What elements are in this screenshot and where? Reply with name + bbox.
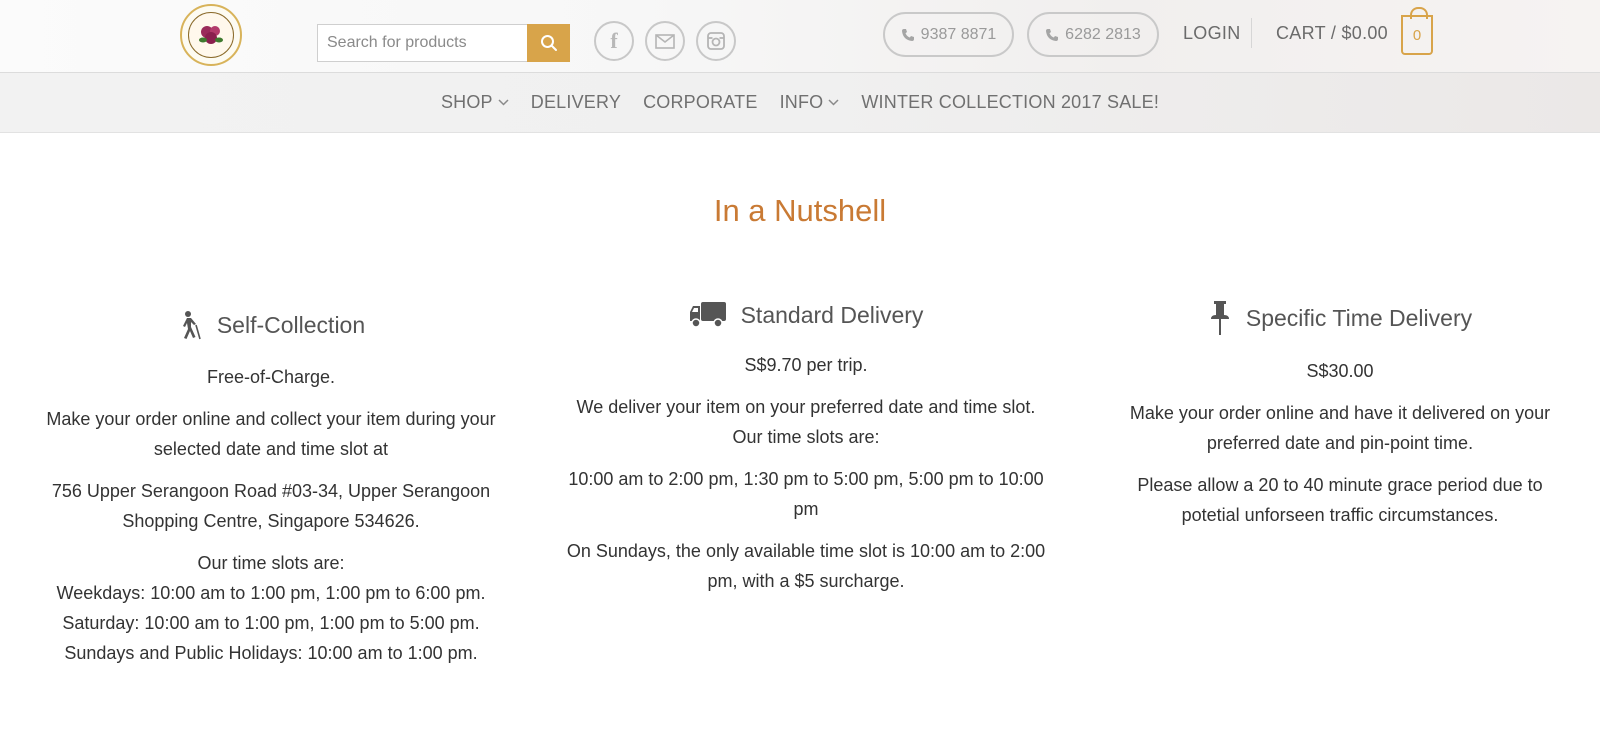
- slot-line: Saturday: 10:00 am to 1:00 pm, 1:00 pm t…: [62, 613, 480, 633]
- slot-line: Weekdays: 10:00 am to 1:00 pm, 1:00 pm t…: [56, 583, 486, 603]
- nav-item-label: CORPORATE: [643, 92, 758, 112]
- search-form: [317, 24, 570, 62]
- price-text: Free-of-Charge.: [206, 367, 336, 387]
- main-nav: SHOP DELIVERY CORPORATE INFO WINTER COLL…: [0, 73, 1600, 133]
- envelope-icon: [655, 33, 675, 49]
- column-heading-text: Standard Delivery: [740, 301, 924, 328]
- nav-item-delivery[interactable]: DELIVERY: [520, 92, 632, 113]
- description-text: Make your order online and collect your …: [46, 409, 496, 459]
- phone-number: 9387 8871: [920, 25, 997, 43]
- description-text: Make your order online and have it deliv…: [1129, 403, 1551, 453]
- column-heading: Specific Time Delivery: [1110, 300, 1570, 336]
- address-text: 756 Upper Serangoon Road #03-34, Upper S…: [51, 481, 491, 531]
- walking-person-icon: [182, 311, 201, 340]
- cart-icon[interactable]: 0: [1401, 7, 1433, 55]
- standard-delivery-column: Standard Delivery S$9.70 per trip. We de…: [560, 300, 1052, 608]
- phone-icon: [901, 28, 914, 41]
- instagram-link[interactable]: [696, 21, 736, 61]
- nav-item-info[interactable]: INFO: [769, 92, 851, 113]
- column-heading-text: Self-Collection: [216, 311, 366, 338]
- search-icon: [540, 35, 557, 51]
- section-title: In a Nutshell: [713, 193, 887, 228]
- login-link[interactable]: LOGIN: [1183, 23, 1241, 44]
- nav-item-winter-sale[interactable]: WINTER COLLECTION 2017 SALE!: [850, 92, 1170, 113]
- specific-time-delivery-column: Specific Time Delivery S$30.00 Make your…: [1110, 300, 1570, 542]
- search-input[interactable]: [317, 24, 527, 62]
- flower-icon: [188, 12, 234, 58]
- sunday-note-text: On Sundays, the only available time slot…: [566, 541, 1046, 591]
- top-header: f 9387 8871 6282 2813 LOGIN CART / $0.00…: [0, 0, 1600, 73]
- price-text: S$9.70 per trip.: [744, 355, 868, 375]
- nav-item-label: INFO: [779, 92, 824, 112]
- phone-button-1[interactable]: 9387 8871: [883, 12, 1014, 57]
- column-heading-text: Specific Time Delivery: [1245, 304, 1473, 331]
- slot-line: Sundays and Public Holidays: 10:00 am to…: [64, 643, 478, 663]
- truck-icon: [689, 302, 726, 328]
- search-button[interactable]: [527, 24, 570, 62]
- slots-text: 10:00 am to 2:00 pm, 1:30 pm to 5:00 pm,…: [568, 469, 1044, 519]
- slots-intro-text: Our time slots are:: [197, 553, 345, 573]
- phone-icon: [1046, 28, 1059, 41]
- price-text: S$30.00: [1306, 361, 1374, 381]
- facebook-icon: f: [610, 28, 618, 53]
- self-collection-column: Self-Collection Free-of-Charge. Make you…: [28, 300, 514, 668]
- chevron-down-icon: [828, 99, 839, 106]
- cart-link[interactable]: CART / $0.00: [1276, 23, 1388, 44]
- nav-item-corporate[interactable]: CORPORATE: [632, 92, 768, 113]
- cart-count: 0: [1412, 26, 1422, 44]
- email-link[interactable]: [645, 21, 685, 61]
- nav-item-shop[interactable]: SHOP: [430, 92, 520, 113]
- phone-button-2[interactable]: 6282 2813: [1027, 12, 1159, 57]
- note-text: Please allow a 20 to 40 minute grace per…: [1137, 475, 1543, 525]
- nav-item-label: SHOP: [440, 92, 493, 112]
- column-heading: Self-Collection: [28, 310, 514, 340]
- site-logo[interactable]: [180, 4, 242, 66]
- nav-item-label: DELIVERY: [530, 92, 622, 112]
- pushpin-icon: [1210, 301, 1229, 335]
- column-heading: Standard Delivery: [560, 300, 1052, 330]
- chevron-down-icon: [498, 99, 509, 106]
- facebook-link[interactable]: f: [594, 21, 634, 61]
- nav-item-label: WINTER COLLECTION 2017 SALE!: [861, 92, 1160, 112]
- instagram-icon: [707, 32, 725, 50]
- phone-number: 6282 2813: [1065, 25, 1141, 43]
- header-divider: [1251, 18, 1252, 48]
- description-text: We deliver your item on your preferred d…: [576, 397, 1036, 447]
